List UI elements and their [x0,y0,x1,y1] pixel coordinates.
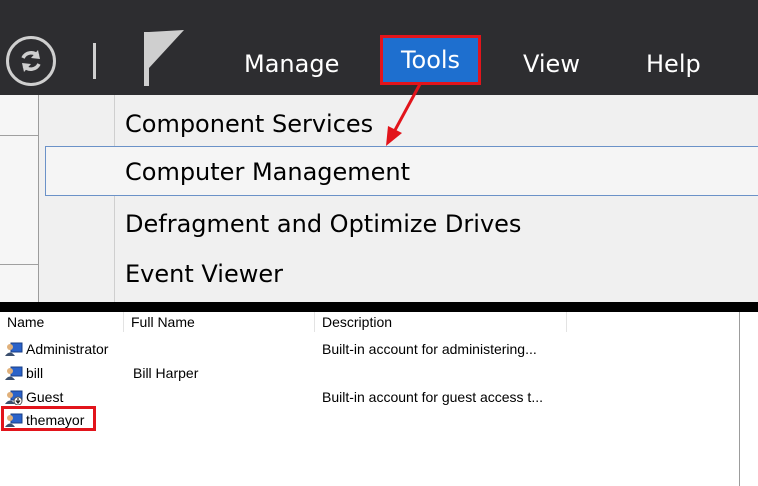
user-description: Built-in account for guest access t... [322,389,543,405]
menu-manage[interactable]: Manage [244,44,339,84]
user-icon [5,366,23,380]
column-header-full-name[interactable]: Full Name [124,312,315,332]
user-icon [5,342,23,356]
server-manager-toolbar: Manage Tools View Help [0,0,758,95]
users-list: Name Full Name Description Administrator… [0,312,758,486]
pane-divider [0,264,38,265]
vertical-scrollbar[interactable] [739,312,758,486]
list-item[interactable]: Guest Built-in account for guest access … [0,387,700,408]
menu-item-defragment-drives[interactable]: Defragment and Optimize Drives [39,199,758,249]
menu-view[interactable]: View [523,44,580,84]
background-pane [0,95,38,302]
user-description: Built-in account for administering... [322,341,537,357]
menu-item-component-services[interactable]: Component Services [39,99,758,149]
list-item[interactable]: themayor [0,410,700,431]
flag-icon[interactable] [142,28,186,86]
list-header: Name Full Name Description [0,312,740,332]
toolbar-separator [93,43,96,79]
menu-help[interactable]: Help [646,44,701,84]
list-item[interactable]: Administrator Built-in account for admin… [0,339,700,360]
list-item[interactable]: bill Bill Harper [0,363,700,384]
menu-item-event-viewer[interactable]: Event Viewer [39,249,758,299]
user-name: bill [26,365,44,381]
tools-dropdown-menu: Component Services Computer Management D… [38,95,758,302]
user-name: Guest [26,389,64,405]
menu-item-computer-management[interactable]: Computer Management [45,146,758,196]
refresh-icon[interactable] [6,36,56,86]
highlight-box [1,406,96,431]
user-name: Administrator [26,341,109,357]
menu-tools[interactable]: Tools [383,38,478,82]
screenshot-divider [0,302,758,312]
pane-divider [0,135,38,136]
column-header-name[interactable]: Name [0,312,124,332]
column-header-description[interactable]: Description [315,312,567,332]
user-full-name: Bill Harper [133,365,199,381]
guest-user-icon [5,390,23,405]
